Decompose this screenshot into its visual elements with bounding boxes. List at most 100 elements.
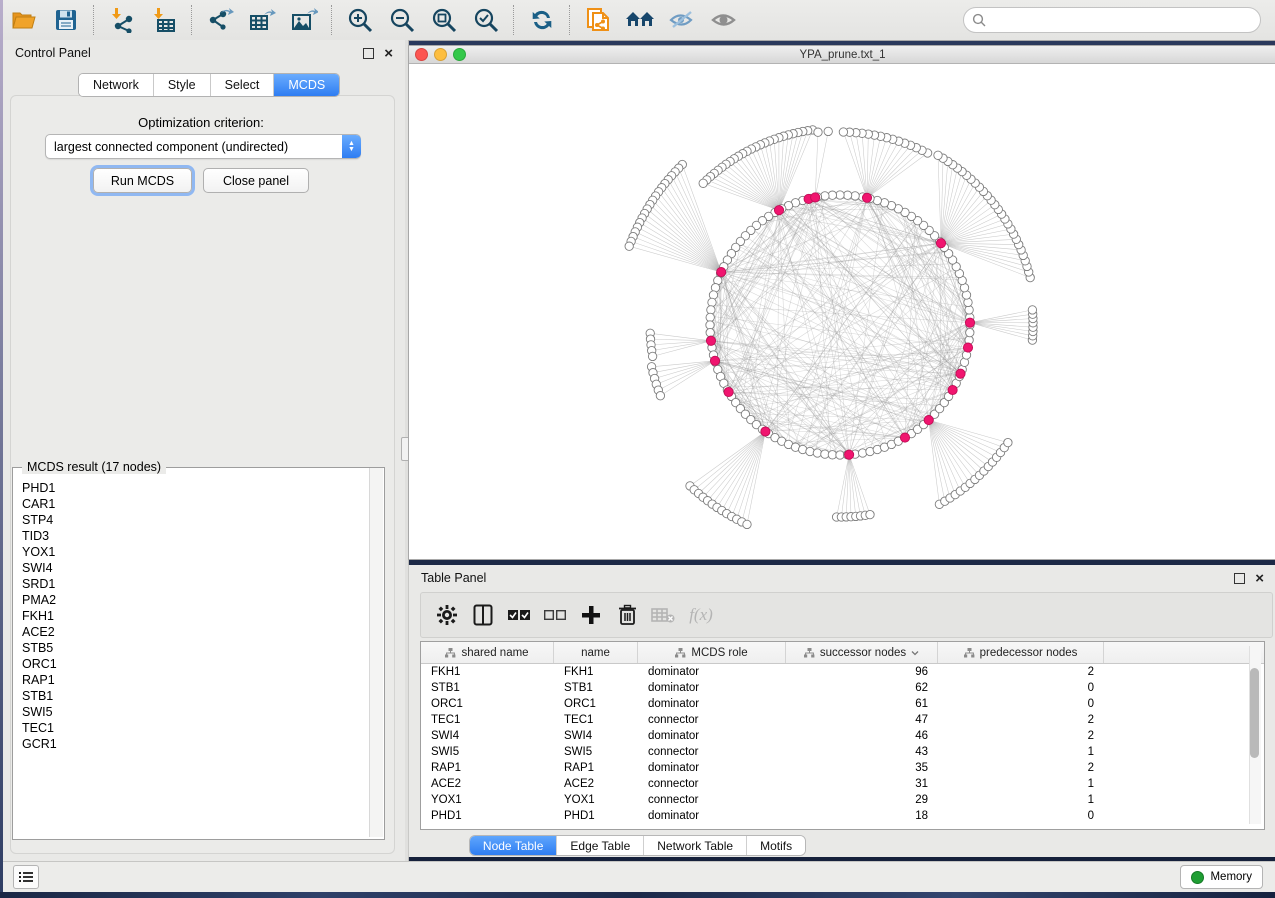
mcds-result-item[interactable]: SRD1 <box>13 576 368 592</box>
tab-node-table[interactable]: Node Table <box>470 836 558 855</box>
network-node[interactable] <box>964 298 972 306</box>
export-network-icon[interactable] <box>203 4 237 36</box>
mcds-node[interactable] <box>936 239 945 248</box>
mcds-node[interactable] <box>963 343 972 352</box>
tab-style[interactable]: Style <box>154 74 211 96</box>
table-row[interactable]: ACE2ACE2connector311 <box>421 776 1264 792</box>
sort-desc-icon[interactable] <box>911 647 919 659</box>
mcds-node[interactable] <box>706 336 715 345</box>
network-node[interactable] <box>836 191 844 199</box>
mcds-node[interactable] <box>948 385 957 394</box>
table-row[interactable]: YOX1YOX1connector291 <box>421 792 1264 808</box>
search-field[interactable] <box>963 7 1261 33</box>
network-node[interactable] <box>648 352 656 360</box>
run-mcds-button[interactable]: Run MCDS <box>93 168 192 193</box>
mcds-result-list[interactable]: PHD1CAR1STP4TID3YOX1SWI4SRD1PMA2FKH1ACE2… <box>13 480 368 836</box>
column-header-successor-nodes[interactable]: successor nodes <box>786 642 938 663</box>
mcds-result-item[interactable]: FKH1 <box>13 608 368 624</box>
column-header-MCDS-role[interactable]: MCDS role <box>638 642 786 663</box>
export-table-icon[interactable] <box>245 4 279 36</box>
column-header-name[interactable]: name <box>554 642 638 663</box>
mcds-node[interactable] <box>710 356 719 365</box>
table-settings-icon[interactable] <box>432 600 462 630</box>
mcds-result-item[interactable]: YOX1 <box>13 544 368 560</box>
tab-mcds[interactable]: MCDS <box>274 74 339 96</box>
tab-select[interactable]: Select <box>211 74 275 96</box>
mcds-result-item[interactable]: SWI5 <box>13 704 368 720</box>
duplicate-network-icon[interactable] <box>581 4 615 36</box>
tab-edge-table[interactable]: Edge Table <box>557 836 644 855</box>
mcds-node[interactable] <box>900 433 909 442</box>
select-all-rows-icon[interactable] <box>504 600 534 630</box>
table-row[interactable]: SWI4SWI4dominator462 <box>421 728 1264 744</box>
network-node[interactable] <box>706 321 714 329</box>
mcds-result-item[interactable]: ORC1 <box>13 656 368 672</box>
table-row[interactable]: STB1STB1dominator620 <box>421 680 1264 696</box>
network-node[interactable] <box>866 510 874 518</box>
network-node[interactable] <box>824 127 832 135</box>
column-header-predecessor-nodes[interactable]: predecessor nodes <box>938 642 1104 663</box>
save-session-icon[interactable] <box>49 4 83 36</box>
node-table[interactable]: shared namenameMCDS rolesuccessor nodesp… <box>420 641 1265 830</box>
mcds-result-item[interactable]: TEC1 <box>13 720 368 736</box>
table-row[interactable]: SWI5SWI5connector431 <box>421 744 1264 760</box>
add-column-icon[interactable] <box>576 600 606 630</box>
column-header-shared-name[interactable]: shared name <box>421 642 554 663</box>
tab-motifs[interactable]: Motifs <box>747 836 805 855</box>
zoom-selected-icon[interactable] <box>469 4 503 36</box>
optimization-criterion-select[interactable]: largest connected component (undirected)… <box>45 134 361 159</box>
mcds-node[interactable] <box>924 416 933 425</box>
network-node[interactable] <box>813 449 821 457</box>
network-node[interactable] <box>708 298 716 306</box>
network-node[interactable] <box>858 449 866 457</box>
mcds-result-scrollbar[interactable] <box>369 468 383 837</box>
mcds-node[interactable] <box>717 268 726 277</box>
hide-selected-icon[interactable] <box>665 4 699 36</box>
mcds-node[interactable] <box>724 387 733 396</box>
export-image-icon[interactable] <box>287 4 321 36</box>
column-panel-icon[interactable] <box>468 600 498 630</box>
table-row[interactable]: ORC1ORC1dominator610 <box>421 696 1264 712</box>
table-scrollbar-thumb[interactable] <box>1250 668 1259 758</box>
refresh-view-icon[interactable] <box>525 4 559 36</box>
import-network-icon[interactable] <box>105 4 139 36</box>
mcds-node[interactable] <box>845 450 854 459</box>
mcds-result-item[interactable]: SWI4 <box>13 560 368 576</box>
network-node[interactable] <box>625 242 633 250</box>
network-node[interactable] <box>966 328 974 336</box>
network-node[interactable] <box>1028 306 1036 314</box>
network-node[interactable] <box>709 291 717 299</box>
network-node[interactable] <box>814 128 822 136</box>
network-node[interactable] <box>806 447 814 455</box>
close-panel-button[interactable]: Close panel <box>203 168 309 193</box>
float-panel-icon[interactable] <box>1234 573 1245 584</box>
network-node[interactable] <box>1004 438 1012 446</box>
mcds-result-item[interactable]: PHD1 <box>13 480 368 496</box>
node-table-body[interactable]: FKH1FKH1dominator962STB1STB1dominator620… <box>421 664 1264 824</box>
import-table-icon[interactable] <box>147 4 181 36</box>
mcds-result-item[interactable]: RAP1 <box>13 672 368 688</box>
task-history-button[interactable] <box>13 865 39 889</box>
delete-column-icon[interactable] <box>612 600 642 630</box>
table-row[interactable]: FKH1FKH1dominator962 <box>421 664 1264 680</box>
table-row[interactable]: PHD1PHD1dominator180 <box>421 808 1264 824</box>
table-row[interactable]: RAP1RAP1dominator352 <box>421 760 1264 776</box>
network-node[interactable] <box>843 191 851 199</box>
mcds-result-item[interactable]: ACE2 <box>13 624 368 640</box>
tab-network[interactable]: Network <box>79 74 154 96</box>
close-panel-icon[interactable]: × <box>384 49 393 58</box>
mcds-node[interactable] <box>774 206 783 215</box>
network-node[interactable] <box>965 306 973 314</box>
mcds-result-item[interactable]: TID3 <box>13 528 368 544</box>
zoom-fit-icon[interactable] <box>427 4 461 36</box>
mcds-result-item[interactable]: STB1 <box>13 688 368 704</box>
network-node[interactable] <box>934 151 942 159</box>
network-node[interactable] <box>743 520 751 528</box>
network-node[interactable] <box>699 179 707 187</box>
network-window-titlebar[interactable]: YPA_prune.txt_1 <box>409 46 1275 64</box>
network-node[interactable] <box>656 392 664 400</box>
network-node[interactable] <box>839 128 847 136</box>
network-canvas[interactable] <box>409 64 1275 559</box>
mcds-node[interactable] <box>862 193 871 202</box>
float-panel-icon[interactable] <box>363 48 374 59</box>
